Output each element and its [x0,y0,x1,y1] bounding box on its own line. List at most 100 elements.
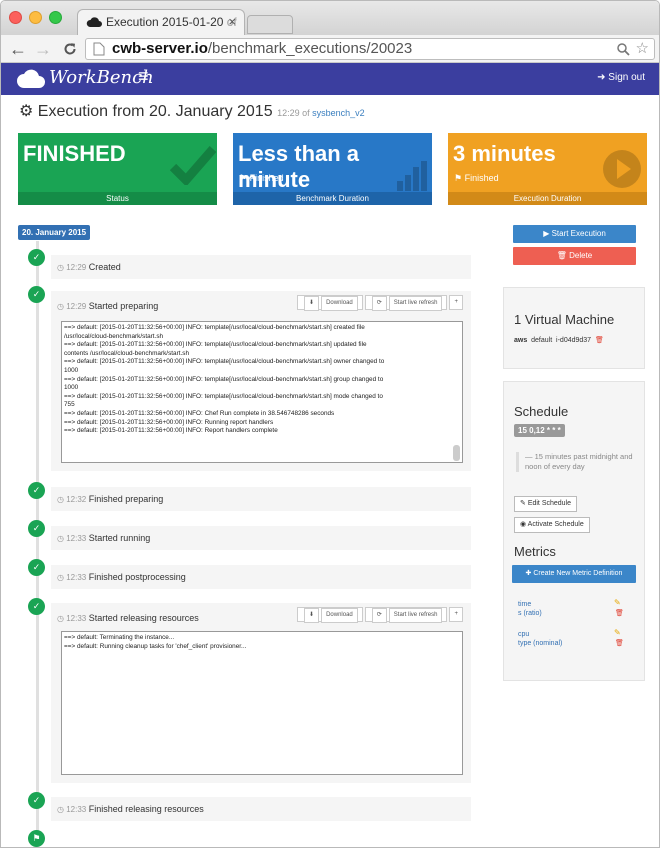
timeline-event-started-running: ◷ 12:33 Started running [51,526,471,550]
browser-window: Execution 2015-01-20 of × ← → cwb-server… [0,0,660,848]
expand-log-button[interactable]: + [449,607,463,622]
event-time: 12:33 [66,614,87,623]
execution-duration-tile: 3 minutes ⚑ Finished Execution Duration [448,133,647,205]
play-icon: ▶ [543,229,552,238]
create-metric-definition-button[interactable]: ✚ Create New Metric Definition [512,565,636,583]
log-line: ==> default: [2015-01-20T11:32:56+00:00]… [64,324,365,331]
metric-name[interactable]: time [518,600,542,609]
execution-time: 12:29 [277,108,300,118]
event-time: 12:29 [66,302,87,311]
event-time: 12:29 [66,263,87,272]
browser-toolbar: ← → cwb-server.io/benchmark_executions/2… [1,35,659,63]
log-line: ==> default: [2015-01-20T11:32:56+00:00]… [64,341,367,349]
play-circle-icon [603,150,641,188]
browser-tab-bar: Execution 2015-01-20 of × [1,1,659,35]
event-label: Finished releasing resources [88,804,204,814]
minimize-window-icon[interactable] [29,11,42,24]
download-log-button[interactable]: ⬇ Download [297,607,363,623]
gear-icon: ⚙ [19,103,34,120]
browser-tab[interactable]: Execution 2015-01-20 of × [77,9,245,35]
edit-metric-pencil-icon[interactable]: ✎ [614,598,621,607]
zoom-search-icon[interactable] [617,43,630,56]
metric-name[interactable]: cpu [518,630,562,639]
clock-icon: ◷ [57,573,67,582]
expand-log-button[interactable]: + [449,295,463,310]
delete-metric-trash-icon[interactable]: 🗑 [615,609,624,617]
download-icon: ⬇ [304,608,320,623]
download-icon: ⬇ [304,296,320,311]
page-title-text: Execution from 20. January 2015 [37,103,273,120]
forward-arrow-icon[interactable]: → [34,39,52,59]
log-line: ==> default: [2015-01-20T11:32:56+00:00]… [64,358,385,366]
event-check-icon: ✓ [28,792,45,809]
timeline-event-created: ◷ 12:29 Created [51,255,471,279]
status-tile-label: Status [18,192,217,205]
maximize-window-icon[interactable] [49,11,62,24]
edit-schedule-button[interactable]: ✎ Edit Schedule [514,496,578,512]
timeline-line [36,241,39,841]
log-output-releasing[interactable]: ==> default: Terminating the instance...… [61,631,463,775]
new-tab-button[interactable] [247,15,293,34]
schedule-description: — 15 minutes past midnight and noon of e… [516,452,636,472]
event-label: Started releasing resources [88,613,199,623]
event-check-icon: ✓ [28,482,45,499]
benchmark-duration-label: Benchmark Duration [233,192,432,205]
bookmark-star-icon[interactable]: ☆ [636,39,649,59]
url-host: cwb-server.io [112,40,208,57]
delete-button[interactable]: 🗑 Delete [513,247,636,265]
log-line: ==> default: Running cleanup tasks for '… [64,642,247,650]
circle-icon: ◉ [520,521,528,528]
metric-item-cpu: cpu type (nominal) [518,630,562,648]
event-label: Started preparing [88,301,159,311]
edit-metric-pencil-icon[interactable]: ✎ [614,628,621,637]
timeline-event-started-releasing: ◷ 12:33 Started releasing resources ⬇ Dow… [51,603,471,783]
timeline-end-flag-icon: ⚑ [28,830,45,847]
delete-vm-trash-icon[interactable]: 🗑 [595,337,604,344]
url-bar[interactable]: cwb-server.io/benchmark_executions/20023… [85,38,655,60]
log-line: 755 [64,401,75,409]
clock-icon: ◷ [57,534,67,543]
sign-out-link[interactable]: ➜ Sign out [597,72,645,83]
reload-icon[interactable] [63,42,77,56]
event-time: 12:33 [66,534,87,543]
clock-icon: ◷ [57,263,67,272]
delete-metric-trash-icon[interactable]: 🗑 [615,639,624,647]
close-window-icon[interactable] [9,11,22,24]
refresh-icon: ⟳ [371,608,387,623]
log-output-preparing[interactable]: ==> default: [2015-01-20T11:32:56+00:00]… [61,321,463,463]
sign-out-icon: ➜ [597,72,609,83]
log-line: ==> default: [2015-01-20T11:32:56+00:00]… [64,418,274,426]
metric-type: s (ratio) [518,610,542,617]
activate-schedule-button[interactable]: ◉ Activate Schedule [514,517,590,533]
download-log-button[interactable]: ⬇ Download [297,295,363,311]
event-label: Finished preparing [88,494,164,504]
cron-expression-badge: 15 0,12 * * * [514,424,565,437]
tab-close-icon[interactable]: × [228,10,236,34]
live-refresh-button[interactable]: ⟳ Start live refresh [364,295,448,311]
clock-icon: ◷ [57,805,67,814]
log-scrollbar[interactable] [453,445,460,461]
flag-icon: ⚑ [239,173,250,183]
event-time: 12:33 [66,573,87,582]
execution-duration-value: 3 minutes [453,141,556,166]
event-label: Created [88,262,121,272]
sign-out-label: Sign out [608,72,645,83]
page-subtitle: 12:29 of sysbench_v2 [277,108,365,118]
event-check-icon: ✓ [28,598,45,615]
page-icon [93,42,105,56]
timeline-event-started-preparing: ◷ 12:29 Started preparing ⬇ Download ⟳ Star… [51,291,471,471]
start-execution-button[interactable]: ▶ Start Execution [513,225,636,243]
subtitle-of: of [302,108,310,118]
live-refresh-button[interactable]: ⟳ Start live refresh [364,607,448,623]
cloud-favicon-icon [86,17,102,27]
vm-instance-id: i-d04d9d37 [556,337,592,344]
benchmark-link[interactable]: sysbench_v2 [312,108,365,118]
back-arrow-icon[interactable]: ← [9,39,27,59]
menu-toggle-icon[interactable]: ≡ [138,66,149,87]
workbench-logo-cloud-icon [17,69,45,88]
log-line: ==> default: [2015-01-20T11:32:56+00:00]… [64,409,335,417]
log-line: ==> default: [2015-01-20T11:32:56+00:00]… [64,427,278,435]
event-time: 12:33 [66,805,87,814]
metrics-title: Metrics [514,544,556,559]
tab-title: Execution 2015-01-20 [106,15,224,29]
